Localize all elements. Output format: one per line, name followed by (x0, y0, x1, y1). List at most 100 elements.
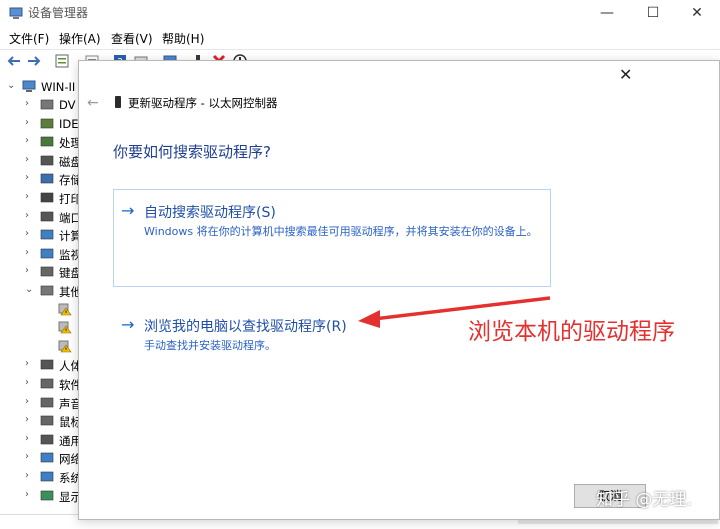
tree-item[interactable] (0, 338, 80, 356)
hid-icon (40, 360, 54, 370)
tree-item-label: 计算 (59, 229, 80, 244)
expand-chevron-icon[interactable]: › (25, 470, 29, 481)
menu-view[interactable]: 查看(V) (111, 30, 153, 47)
network-icon (40, 453, 54, 463)
dvd-drive-icon (40, 99, 54, 110)
expand-chevron-icon[interactable]: › (25, 247, 29, 258)
warning-device-icon (58, 340, 72, 353)
expand-chevron-icon[interactable]: › (25, 414, 29, 425)
device-manager-window: 设备管理器 — ☐ ✕ 文件(F) 操作(A) 查看(V) 帮助(H) ? ⌄ … (0, 0, 720, 528)
computer-icon (40, 229, 54, 240)
window-title: 设备管理器 (28, 6, 89, 20)
tree-item[interactable] (0, 319, 80, 337)
warning-device-icon (58, 321, 72, 334)
dialog-question: 你要如何搜索驱动程序? (113, 143, 271, 161)
network-adapter-icon (115, 96, 121, 108)
system-icon (40, 471, 54, 482)
computer-icon (22, 80, 36, 92)
sound-icon (40, 397, 54, 407)
dialog-back-icon[interactable]: ← (87, 95, 99, 111)
tree-item-label: 显示 (59, 489, 80, 504)
dialog-title: 更新驱动程序 - 以太网控制器 (128, 96, 278, 110)
tree-root[interactable]: ⌄ WIN-II (0, 78, 80, 96)
tree-item[interactable]: › 存储 (0, 170, 80, 188)
status-bar (0, 514, 80, 529)
expand-chevron-icon[interactable]: › (25, 228, 29, 239)
expand-chevron-icon[interactable]: › (25, 98, 29, 109)
tree-item[interactable]: › 系统 (0, 468, 80, 486)
tree-item-label: 磁盘 (59, 154, 80, 169)
tree-item[interactable]: › 人体 (0, 356, 80, 374)
auto-search-title: 自动搜索驱动程序(S) (144, 205, 276, 221)
expand-chevron-icon[interactable]: › (25, 451, 29, 462)
tree-item[interactable]: › 鼠标 (0, 412, 80, 430)
tree-item[interactable]: › 键盘 (0, 263, 80, 281)
expand-chevron-icon[interactable]: › (25, 172, 29, 183)
expand-chevron-icon[interactable]: › (25, 135, 29, 146)
keyboard-icon (40, 267, 54, 277)
tree-item[interactable]: › 软件 (0, 375, 80, 393)
tree-item-label: DV (59, 98, 76, 112)
tree-item-label: 端口 (59, 210, 80, 225)
tree-item[interactable]: › 通用 (0, 431, 80, 449)
update-driver-dialog: ✕ ← 更新驱动程序 - 以太网控制器 你要如何搜索驱动程序? → 自动搜索驱动… (78, 60, 720, 520)
dialog-close-icon[interactable]: ✕ (619, 65, 632, 84)
usb-icon (40, 434, 54, 445)
tree-item[interactable]: ⌄ 其他 (0, 282, 80, 300)
expand-chevron-icon[interactable]: › (25, 154, 29, 165)
annotation-text: 浏览本机的驱动程序 (468, 319, 675, 345)
expand-chevron-icon[interactable]: › (25, 489, 29, 500)
tree-item-label: 监视 (59, 247, 80, 262)
expand-chevron-icon[interactable]: › (25, 433, 29, 444)
browse-computer-description: 手动查找并安装驱动程序。 (144, 339, 276, 352)
tree-item-label: 软件 (59, 378, 80, 392)
menu-file[interactable]: 文件(F) (9, 30, 49, 47)
expand-chevron-icon[interactable]: › (25, 377, 29, 388)
tree-item[interactable]: › 打印 (0, 189, 80, 207)
maximize-button[interactable]: ☐ (630, 0, 676, 26)
expand-chevron-icon[interactable]: › (25, 191, 29, 202)
tree-item[interactable]: › 显示 (0, 487, 80, 505)
tree-item[interactable]: › 网络 (0, 449, 80, 467)
expand-chevron-icon[interactable]: › (25, 265, 29, 276)
expand-chevron-icon[interactable]: › (25, 396, 29, 407)
collapse-chevron-icon[interactable]: ⌄ (25, 284, 33, 295)
tree-root-label: WIN-II (41, 80, 76, 94)
port-icon (40, 211, 54, 221)
collapse-chevron-icon[interactable]: ⌄ (7, 80, 15, 91)
device-manager-icon (9, 7, 23, 19)
forward-arrow-icon[interactable] (26, 53, 42, 69)
device-tree: ⌄ WIN-II › DV › IDE › 处理 › 磁盘 › 存储 › 打印 › 端口 › 计算 › 监视 › 键盘… (0, 72, 80, 522)
tree-item[interactable]: › 监视 (0, 245, 80, 263)
tree-item[interactable]: › 端口 (0, 208, 80, 226)
tree-item-label: 网络 (59, 452, 80, 467)
disk-drive-icon (40, 155, 54, 166)
minimize-button[interactable]: — (584, 0, 630, 26)
arrow-right-icon: → (121, 201, 135, 220)
storage-icon (40, 174, 54, 184)
tree-item[interactable] (0, 301, 80, 319)
menu-action[interactable]: 操作(A) (59, 30, 101, 47)
tree-item[interactable]: › 计算 (0, 226, 80, 244)
tree-item[interactable]: › 声音 (0, 394, 80, 412)
tree-item-label: 通用 (59, 433, 80, 448)
printer-icon (40, 192, 54, 203)
expand-chevron-icon[interactable]: › (25, 210, 29, 221)
expand-chevron-icon[interactable]: › (25, 117, 29, 128)
tree-item-label: 声音 (59, 396, 80, 411)
software-icon (40, 378, 54, 389)
properties-icon[interactable] (54, 53, 70, 69)
title-bar: 设备管理器 — ☐ ✕ (0, 0, 720, 26)
display-adapter-icon (40, 490, 54, 500)
expand-chevron-icon[interactable]: › (25, 358, 29, 369)
ide-controller-icon (40, 118, 54, 128)
menu-help[interactable]: 帮助(H) (162, 30, 204, 47)
tree-item[interactable]: › DV (0, 96, 80, 114)
auto-search-option[interactable]: → 自动搜索驱动程序(S) Windows 将在你的计算机中搜索最佳可用驱动程序… (113, 189, 551, 287)
tree-item[interactable]: › 磁盘 (0, 152, 80, 170)
close-button[interactable]: ✕ (674, 0, 720, 26)
back-arrow-icon[interactable] (6, 53, 22, 69)
tree-item[interactable]: › IDE (0, 115, 80, 133)
browse-computer-title: 浏览我的电脑以查找驱动程序(R) (144, 319, 347, 335)
tree-item[interactable]: › 处理 (0, 133, 80, 151)
